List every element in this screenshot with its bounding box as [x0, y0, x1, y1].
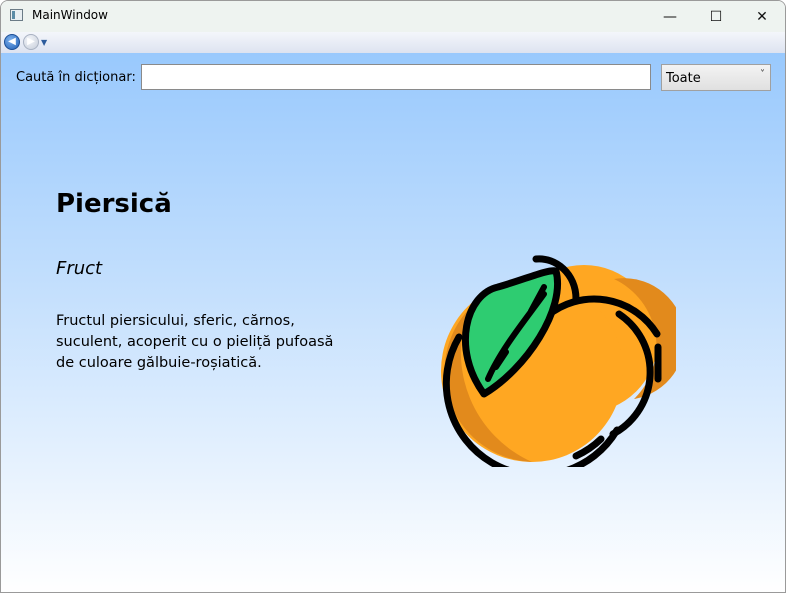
entry-category: Fruct: [56, 258, 103, 279]
forward-icon[interactable]: ▶: [23, 34, 39, 50]
peach-icon: [441, 255, 676, 467]
chevron-down-icon: ˅: [760, 69, 765, 80]
title-bar: MainWindow — ☐ ✕: [1, 1, 785, 32]
app-icon: [10, 9, 23, 21]
navigation-bar: ◀ ▶ ▼: [1, 32, 785, 54]
maximize-button[interactable]: ☐: [693, 1, 739, 32]
back-icon[interactable]: ◀: [4, 34, 20, 50]
search-input[interactable]: [141, 64, 651, 90]
search-label: Caută în dicționar:: [16, 70, 136, 85]
entry-word: Piersică: [56, 189, 172, 219]
entry-definition: Fructul piersicului, sferic, cărnos, suc…: [56, 313, 334, 371]
history-dropdown-icon[interactable]: ▼: [41, 38, 47, 47]
category-filter-value: Toate: [666, 71, 701, 86]
category-filter-select[interactable]: Toate ˅: [661, 64, 771, 91]
content-area: Caută în dicționar: Toate ˅ Piersică Fru…: [1, 53, 785, 592]
window-title: MainWindow: [32, 8, 108, 22]
close-button[interactable]: ✕: [739, 1, 785, 32]
minimize-button[interactable]: —: [647, 1, 693, 32]
main-window: MainWindow — ☐ ✕ ◀ ▶ ▼ Caută în dicționa…: [0, 0, 786, 593]
